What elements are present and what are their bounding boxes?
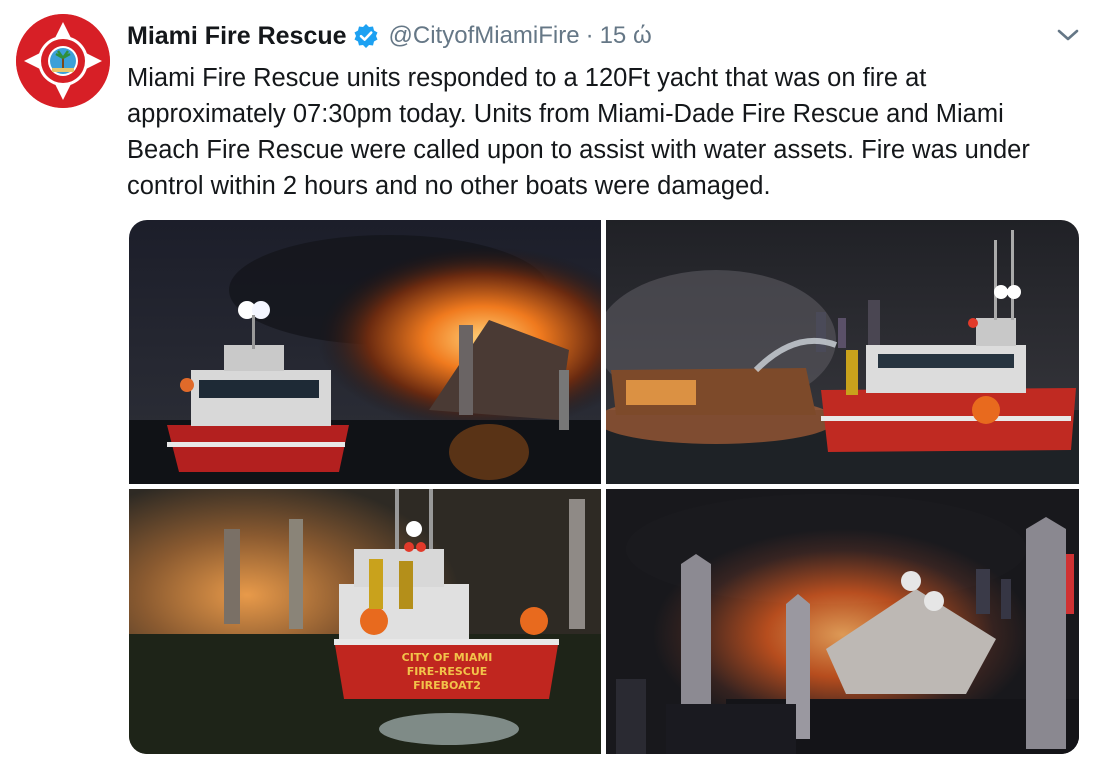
media-grid: CITY OF MIAMI FIRE-RESCUE FIREBOAT2 bbox=[129, 220, 1079, 754]
tweet: Miami Fire Rescue @CityofMiamiFire · 15 … bbox=[0, 0, 1100, 767]
user-handle[interactable]: @CityofMiamiFire bbox=[389, 22, 580, 50]
boat-lettering-line-1: CITY OF MIAMI bbox=[402, 651, 493, 664]
avatar[interactable] bbox=[16, 14, 110, 108]
tweet-timestamp[interactable]: 15 ώ bbox=[600, 22, 652, 50]
fireboat-photo-2[interactable] bbox=[606, 220, 1079, 484]
city-of-miami-fire-logo-icon bbox=[16, 14, 110, 108]
tweet-header: Miami Fire Rescue @CityofMiamiFire · 15 … bbox=[127, 18, 652, 54]
header-separator: · bbox=[585, 22, 594, 49]
fireboat-photo-4[interactable] bbox=[606, 489, 1079, 754]
boat-lettering-line-2: FIRE-RESCUE bbox=[407, 665, 488, 678]
tweet-text: Miami Fire Rescue units responded to a 1… bbox=[127, 64, 1030, 200]
fireboat-photo-3[interactable]: CITY OF MIAMI FIRE-RESCUE FIREBOAT2 bbox=[129, 489, 601, 754]
chevron-down-icon[interactable] bbox=[1054, 24, 1082, 46]
verified-badge-icon bbox=[353, 23, 379, 49]
fireboat-photo-1[interactable] bbox=[129, 220, 601, 484]
boat-lettering-line-3: FIREBOAT2 bbox=[413, 679, 481, 692]
display-name[interactable]: Miami Fire Rescue bbox=[127, 22, 347, 51]
